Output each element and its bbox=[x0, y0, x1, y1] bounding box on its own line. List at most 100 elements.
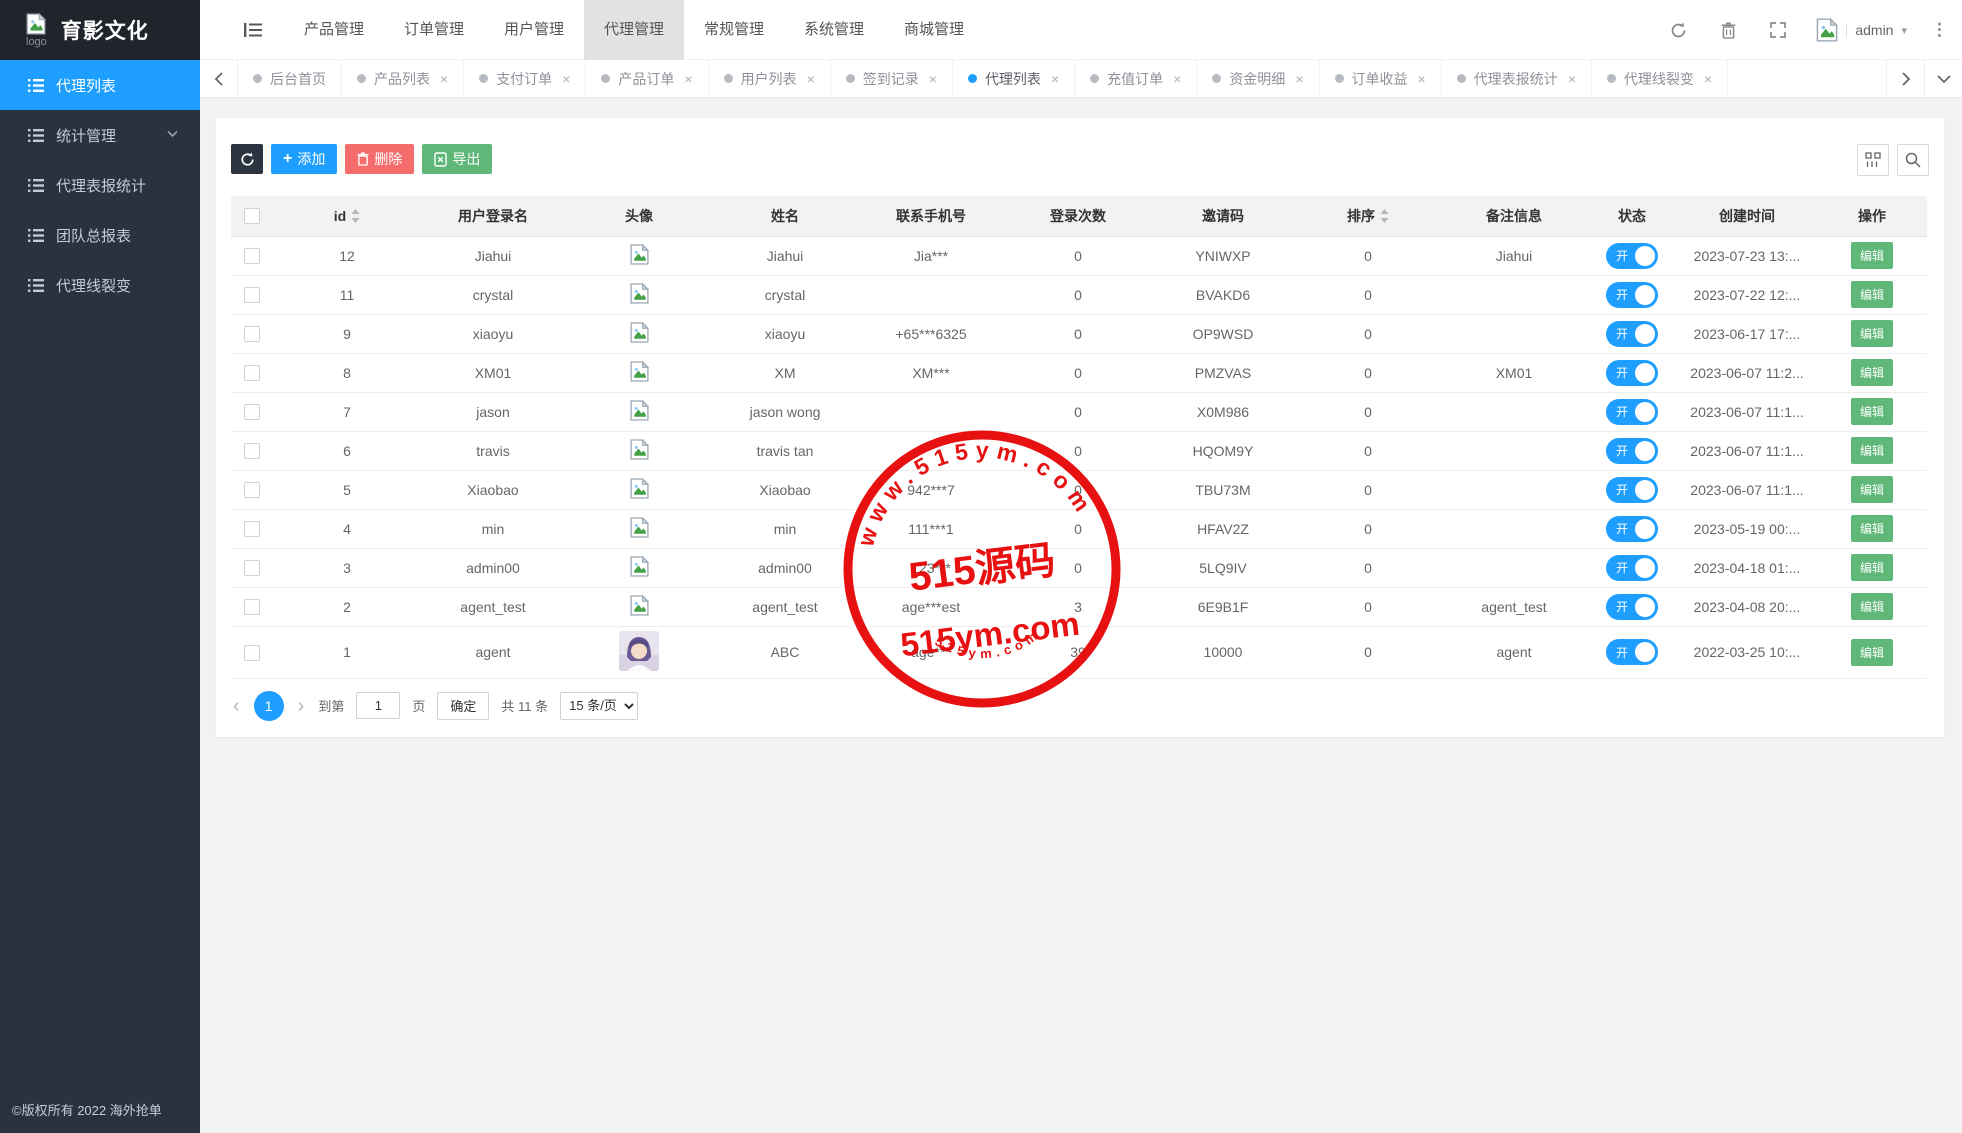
tab[interactable]: 代理线裂变× bbox=[1592, 60, 1728, 97]
row-checkbox[interactable] bbox=[244, 443, 260, 459]
delete-button[interactable]: 删除 bbox=[345, 144, 414, 174]
close-icon[interactable]: × bbox=[807, 72, 815, 86]
tab[interactable]: 支付订单× bbox=[464, 60, 586, 97]
tab[interactable]: 用户列表× bbox=[709, 60, 831, 97]
tab[interactable]: 代理列表× bbox=[953, 60, 1075, 97]
edit-button[interactable]: 编辑 bbox=[1851, 593, 1893, 620]
fullscreen-icon[interactable] bbox=[1770, 22, 1786, 38]
edit-button[interactable]: 编辑 bbox=[1851, 476, 1893, 503]
row-checkbox[interactable] bbox=[244, 599, 260, 615]
edit-button[interactable]: 编辑 bbox=[1851, 437, 1893, 464]
status-toggle[interactable]: 开 bbox=[1606, 594, 1658, 620]
trash-icon[interactable] bbox=[1721, 22, 1736, 39]
close-icon[interactable]: × bbox=[1704, 72, 1712, 86]
topnav-item[interactable]: 订单管理 bbox=[384, 0, 484, 60]
status-toggle[interactable]: 开 bbox=[1606, 516, 1658, 542]
row-checkbox[interactable] bbox=[244, 560, 260, 576]
refresh-icon[interactable] bbox=[1670, 22, 1687, 39]
export-button[interactable]: 导出 bbox=[422, 144, 492, 174]
status-toggle[interactable]: 开 bbox=[1606, 399, 1658, 425]
status-toggle[interactable]: 开 bbox=[1606, 321, 1658, 347]
sidebar-item[interactable]: 统计管理 bbox=[0, 110, 200, 160]
table-row: 11crystalcrystal0BVAKD60开2023-07-22 12:.… bbox=[231, 275, 1927, 314]
row-checkbox[interactable] bbox=[244, 248, 260, 264]
close-icon[interactable]: × bbox=[684, 72, 692, 86]
current-page-button[interactable]: 1 bbox=[254, 691, 284, 721]
edit-button[interactable]: 编辑 bbox=[1851, 398, 1893, 425]
page-size-select[interactable]: 15 条/页 bbox=[560, 692, 638, 720]
edit-button[interactable]: 编辑 bbox=[1851, 242, 1893, 269]
topnav-item[interactable]: 用户管理 bbox=[484, 0, 584, 60]
menu-fold-icon[interactable] bbox=[236, 0, 270, 60]
close-icon[interactable]: × bbox=[1173, 72, 1181, 86]
status-toggle[interactable]: 开 bbox=[1606, 360, 1658, 386]
tab[interactable]: 订单收益 × bbox=[1320, 60, 1442, 97]
status-toggle-knob bbox=[1635, 441, 1655, 461]
tab[interactable]: 充值订单× bbox=[1075, 60, 1197, 97]
close-icon[interactable]: × bbox=[1418, 72, 1426, 86]
tab[interactable]: 代理表报统计× bbox=[1442, 60, 1592, 97]
sort-icon[interactable] bbox=[351, 209, 360, 223]
tabs-menu-icon[interactable] bbox=[1924, 60, 1962, 98]
close-icon[interactable]: × bbox=[562, 72, 570, 86]
brand-title: 育影文化 bbox=[61, 15, 149, 45]
close-icon[interactable]: × bbox=[1295, 72, 1303, 86]
tab[interactable]: 资金明细× bbox=[1197, 60, 1319, 97]
sidebar-item[interactable]: 团队总报表 bbox=[0, 210, 200, 260]
tabs-scroll-left-icon[interactable] bbox=[200, 60, 238, 98]
row-checkbox[interactable] bbox=[244, 482, 260, 498]
close-icon[interactable]: × bbox=[1051, 72, 1059, 86]
edit-button[interactable]: 编辑 bbox=[1851, 359, 1893, 386]
edit-button[interactable]: 编辑 bbox=[1851, 320, 1893, 347]
close-icon[interactable]: × bbox=[440, 72, 448, 86]
topnav-item[interactable]: 系统管理 bbox=[784, 0, 884, 60]
sidebar-item[interactable]: 代理列表 bbox=[0, 60, 200, 110]
topnav-item[interactable]: 产品管理 bbox=[284, 0, 384, 60]
row-checkbox[interactable] bbox=[244, 365, 260, 381]
cell-status: 开 bbox=[1587, 275, 1677, 314]
edit-button[interactable]: 编辑 bbox=[1851, 515, 1893, 542]
row-checkbox[interactable] bbox=[244, 521, 260, 537]
close-icon[interactable]: × bbox=[1568, 72, 1576, 86]
status-toggle[interactable]: 开 bbox=[1606, 555, 1658, 581]
status-toggle[interactable]: 开 bbox=[1606, 438, 1658, 464]
status-toggle[interactable]: 开 bbox=[1606, 243, 1658, 269]
select-all-checkbox[interactable] bbox=[244, 208, 260, 224]
search-icon[interactable] bbox=[1897, 144, 1929, 176]
confirm-button[interactable]: 确定 bbox=[437, 692, 489, 720]
topnav-item[interactable]: 常规管理 bbox=[684, 0, 784, 60]
cell-sort: 0 bbox=[1295, 314, 1441, 353]
table-columns-icon[interactable] bbox=[1857, 144, 1889, 176]
username: admin bbox=[1855, 22, 1893, 38]
status-toggle[interactable]: 开 bbox=[1606, 477, 1658, 503]
row-checkbox[interactable] bbox=[244, 326, 260, 342]
tab-label: 订单收益 bbox=[1352, 69, 1408, 89]
edit-button[interactable]: 编辑 bbox=[1851, 281, 1893, 308]
tab[interactable]: 产品列表× bbox=[342, 60, 464, 97]
row-checkbox[interactable] bbox=[244, 404, 260, 420]
page-jump-input[interactable] bbox=[356, 692, 400, 719]
tab[interactable]: 签到记录× bbox=[831, 60, 953, 97]
tab[interactable]: 后台首页 bbox=[238, 60, 342, 97]
row-checkbox[interactable] bbox=[244, 645, 260, 661]
status-toggle[interactable]: 开 bbox=[1606, 639, 1658, 665]
next-page-icon[interactable]: › bbox=[296, 696, 307, 716]
prev-page-icon[interactable]: ‹ bbox=[231, 696, 242, 716]
sidebar-item[interactable]: 代理表报统计 bbox=[0, 160, 200, 210]
sort-icon[interactable] bbox=[1380, 209, 1389, 223]
topnav-item[interactable]: 代理管理 bbox=[584, 0, 684, 60]
row-checkbox[interactable] bbox=[244, 287, 260, 303]
more-icon[interactable]: ⋮ bbox=[1931, 20, 1948, 40]
add-button[interactable]: + 添加 bbox=[271, 144, 337, 174]
user-menu[interactable]: admin ▾ bbox=[1816, 18, 1907, 42]
sidebar-item[interactable]: 代理线裂变 bbox=[0, 260, 200, 310]
refresh-table-button[interactable] bbox=[231, 144, 263, 174]
tab[interactable]: 产品订单× bbox=[586, 60, 708, 97]
tabs-scroll-right-icon[interactable] bbox=[1886, 60, 1924, 98]
edit-button[interactable]: 编辑 bbox=[1851, 554, 1893, 581]
edit-button[interactable]: 编辑 bbox=[1851, 639, 1893, 666]
cell-name: Jiahui bbox=[713, 236, 857, 275]
topnav-item[interactable]: 商城管理 bbox=[884, 0, 984, 60]
close-icon[interactable]: × bbox=[929, 72, 937, 86]
status-toggle[interactable]: 开 bbox=[1606, 282, 1658, 308]
